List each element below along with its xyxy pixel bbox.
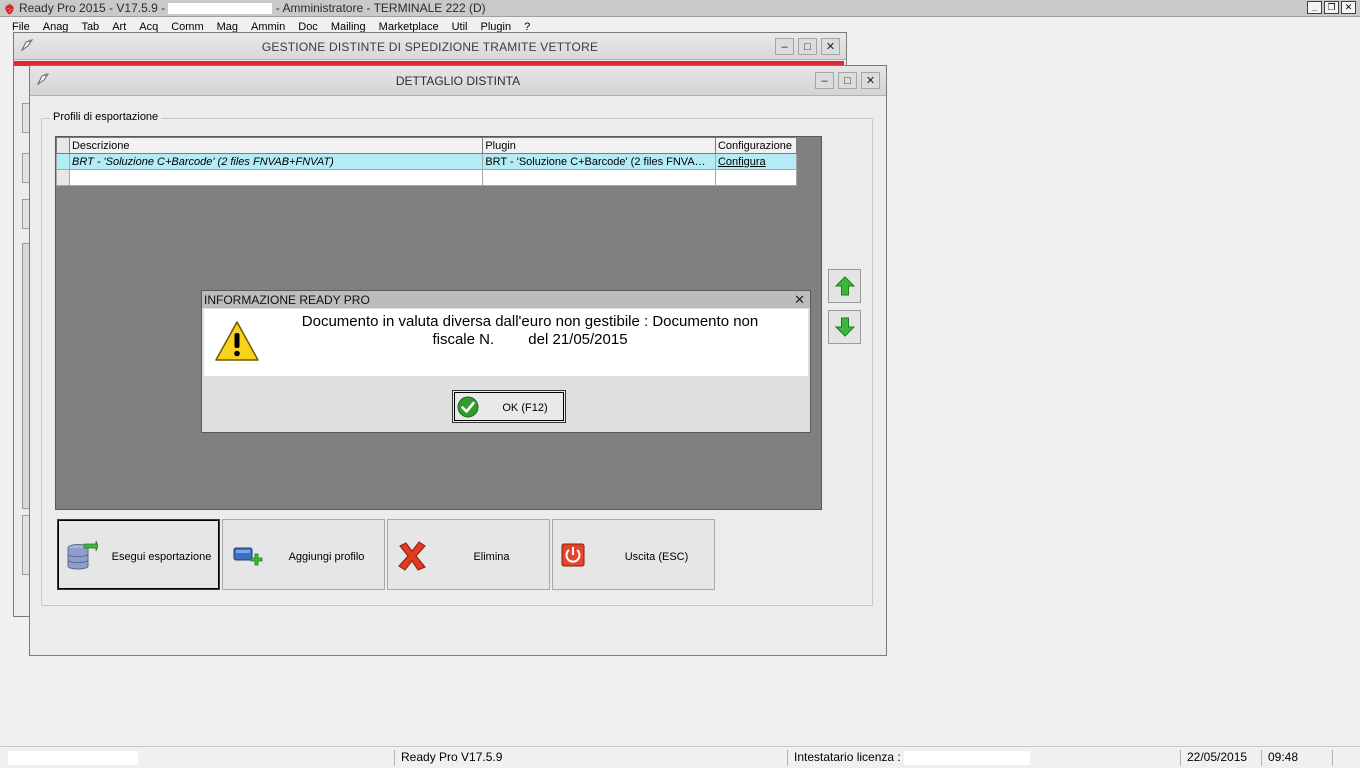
cell-plugin[interactable]: BRT - 'Soluzione C+Barcode' (2 files FNV… [482, 153, 716, 170]
cell-descrizione[interactable]: BRT - 'Soluzione C+Barcode' (2 files FNV… [68, 153, 484, 170]
column-header-plugin[interactable]: Plugin [482, 137, 716, 154]
dialog-title: INFORMAZIONE READY PRO [204, 293, 370, 307]
maximize-button[interactable]: □ [798, 38, 817, 55]
license-label: Intestatario licenza : [794, 750, 901, 764]
database-export-icon [67, 540, 98, 570]
app-title: Ready Pro 2015 - V17.5.9 - - Amministrat… [19, 1, 486, 15]
run-export-label: Esegui esportazione [111, 551, 212, 563]
app-titlebar: Ready Pro 2015 - V17.5.9 - - Amministrat… [0, 0, 1360, 17]
status-empty [1332, 750, 1339, 766]
status-bar: Ready Pro V17.5.9 Intestatario licenza :… [0, 746, 1360, 768]
app-restore-button[interactable]: ❐ [1324, 1, 1339, 14]
cell-empty[interactable] [714, 169, 798, 186]
message-line-2-start: fiscale N. [432, 331, 495, 348]
detail-title: DETTAGLIO DISTINTA [395, 74, 521, 88]
exit-button[interactable]: Uscita (ESC) [552, 519, 715, 590]
info-dialog: INFORMAZIONE READY PRO ✕ Documento in va… [201, 290, 811, 433]
row-indicator[interactable] [56, 153, 70, 170]
add-profile-button[interactable]: Aggiungi profilo [222, 519, 385, 590]
minimize-button[interactable]: – [815, 72, 834, 89]
delete-label: Elimina [473, 551, 510, 563]
shipping-lists-titlebar[interactable]: GESTIONE DISTINTE DI SPEDIZIONE TRAMITE … [14, 33, 846, 60]
move-up-button[interactable] [828, 269, 861, 303]
cell-configurazione: Configura [714, 153, 798, 170]
table-header-row: Descrizione Plugin Configurazione [56, 137, 798, 154]
strawberry-icon [5, 2, 14, 15]
minimize-button[interactable]: – [775, 38, 794, 55]
app-minimize-button[interactable]: _ [1307, 1, 1322, 14]
status-license: Intestatario licenza : [787, 750, 1031, 766]
delete-button[interactable]: Elimina [387, 519, 550, 590]
arrow-up-icon [834, 276, 855, 296]
message-line-1: Documento in valuta diversa dall'euro no… [301, 313, 759, 330]
column-header-descrizione[interactable]: Descrizione [68, 137, 484, 154]
dialog-titlebar[interactable]: INFORMAZIONE READY PRO ✕ [202, 291, 810, 308]
status-date: 22/05/2015 [1180, 750, 1247, 766]
cell-empty[interactable] [68, 169, 484, 186]
message-line-2: fiscale N. del 21/05/2015 [270, 331, 790, 349]
add-profile-icon [233, 547, 263, 566]
exit-label: Uscita (ESC) [624, 551, 689, 563]
dialog-message: Documento in valuta diversa dall'euro no… [270, 313, 790, 349]
close-button[interactable]: ✕ [821, 38, 840, 55]
status-version: Ready Pro V17.5.9 [394, 750, 502, 766]
detail-titlebar[interactable]: DETTAGLIO DISTINTA – □ ✕ [30, 66, 886, 96]
ok-button[interactable]: OK (F12) [452, 390, 566, 423]
power-icon [561, 543, 585, 567]
dialog-close-icon[interactable]: ✕ [794, 292, 805, 308]
redacted-area [904, 750, 1031, 765]
profiles-table: Descrizione Plugin Configurazione BRT - … [56, 137, 798, 186]
row-indicator-header [56, 137, 70, 154]
arrow-down-icon [834, 317, 855, 337]
ok-label: OK (F12) [502, 402, 548, 414]
row-indicator[interactable] [56, 169, 70, 186]
add-profile-label: Aggiungi profilo [288, 551, 365, 563]
table-row-empty[interactable] [56, 169, 798, 186]
group-label: Profili di esportazione [50, 111, 162, 123]
column-header-configurazione[interactable]: Configurazione [714, 137, 798, 154]
redacted-area [494, 333, 525, 348]
delete-x-icon [398, 541, 426, 571]
move-down-button[interactable] [828, 310, 861, 344]
close-button[interactable]: ✕ [861, 72, 880, 89]
configure-link[interactable]: Configura [718, 156, 766, 168]
cell-empty[interactable] [482, 169, 716, 186]
message-line-2-end: del 21/05/2015 [528, 331, 628, 348]
table-row[interactable]: BRT - 'Soluzione C+Barcode' (2 files FNV… [56, 153, 798, 170]
redacted-area [8, 750, 138, 765]
redacted-area [168, 3, 273, 15]
warning-icon [215, 321, 259, 361]
shipping-lists-title: GESTIONE DISTINTE DI SPEDIZIONE TRAMITE … [261, 40, 599, 54]
status-user-cell [2, 750, 138, 766]
checkmark-icon [457, 396, 479, 418]
app-close-button[interactable]: ✕ [1341, 1, 1356, 14]
maximize-button[interactable]: □ [838, 72, 857, 89]
dialog-message-panel: Documento in valuta diversa dall'euro no… [204, 309, 808, 376]
status-time: 09:48 [1261, 750, 1298, 766]
run-export-button[interactable]: Esegui esportazione [57, 519, 220, 590]
